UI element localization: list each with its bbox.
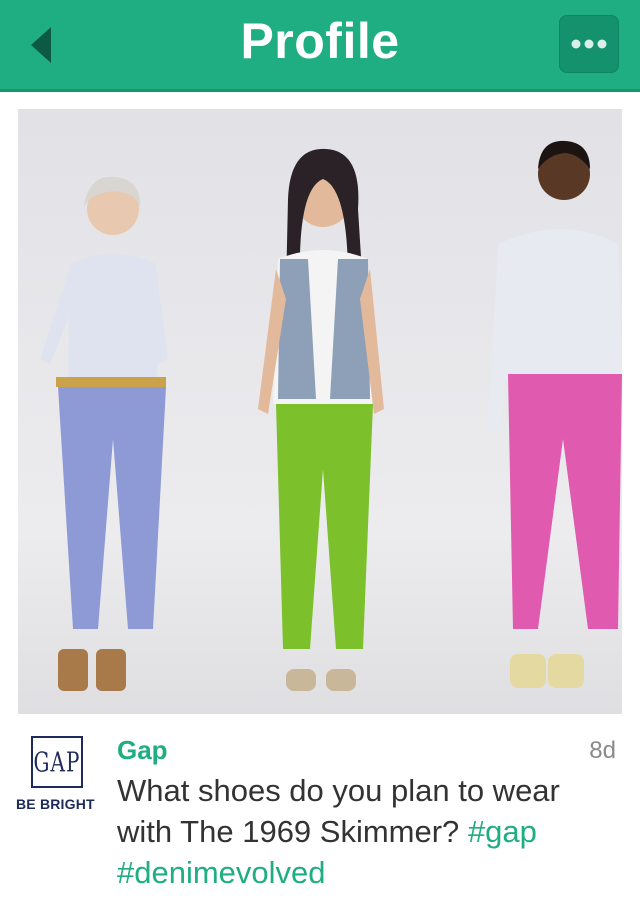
gap-logo-box: GAP — [31, 736, 83, 788]
more-dots-icon — [571, 39, 607, 49]
page-title: Profile — [240, 13, 400, 69]
brand-slogan: BE BRIGHT — [16, 796, 95, 812]
more-options-button[interactable] — [559, 15, 619, 73]
hashtag-denimevolved[interactable]: #denimevolved — [117, 855, 326, 890]
logo-text: GAP — [33, 745, 81, 779]
post-message: What shoes do you plan to wear with The … — [117, 770, 617, 893]
brand-logo[interactable]: GAP BE BRIGHT — [16, 736, 100, 812]
app-header: Profile — [0, 0, 640, 92]
post-photo[interactable] — [18, 109, 622, 714]
post-age: 8d — [589, 737, 616, 764]
post-author[interactable]: Gap — [117, 735, 168, 766]
hashtag-gap[interactable]: #gap — [468, 814, 537, 849]
